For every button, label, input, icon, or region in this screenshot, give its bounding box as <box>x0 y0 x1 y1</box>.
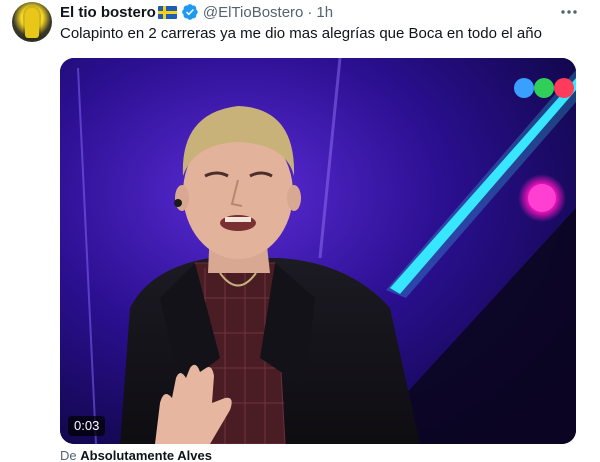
tweet-text: Colapinto en 2 carreras ya me dio mas al… <box>60 25 542 42</box>
channel-logo-icon <box>514 78 574 98</box>
attribution-prefix: De <box>60 448 77 462</box>
attribution-source-link[interactable]: Absolutamente Alves <box>80 448 212 462</box>
more-icon[interactable] <box>558 2 580 22</box>
video-duration: 0:03 <box>68 416 106 436</box>
display-name[interactable]: El tio bostero <box>60 4 156 21</box>
timestamp[interactable]: 1h <box>316 4 333 21</box>
tweet: El tio bostero @ElTioBostero · 1h Colapi… <box>0 0 600 462</box>
avatar[interactable] <box>12 2 52 42</box>
video-player[interactable]: 0:03 <box>60 58 576 444</box>
tweet-header: El tio bostero @ElTioBostero · 1h <box>60 2 333 22</box>
separator-dot: · <box>307 3 313 21</box>
media-attribution: De Absolutamente Alves <box>60 448 212 462</box>
avatar-figure-icon <box>25 8 39 38</box>
verified-badge-icon[interactable] <box>181 3 199 21</box>
user-handle[interactable]: @ElTioBostero <box>203 4 304 21</box>
video-frame <box>60 58 576 444</box>
sweden-flag-icon <box>157 5 177 19</box>
